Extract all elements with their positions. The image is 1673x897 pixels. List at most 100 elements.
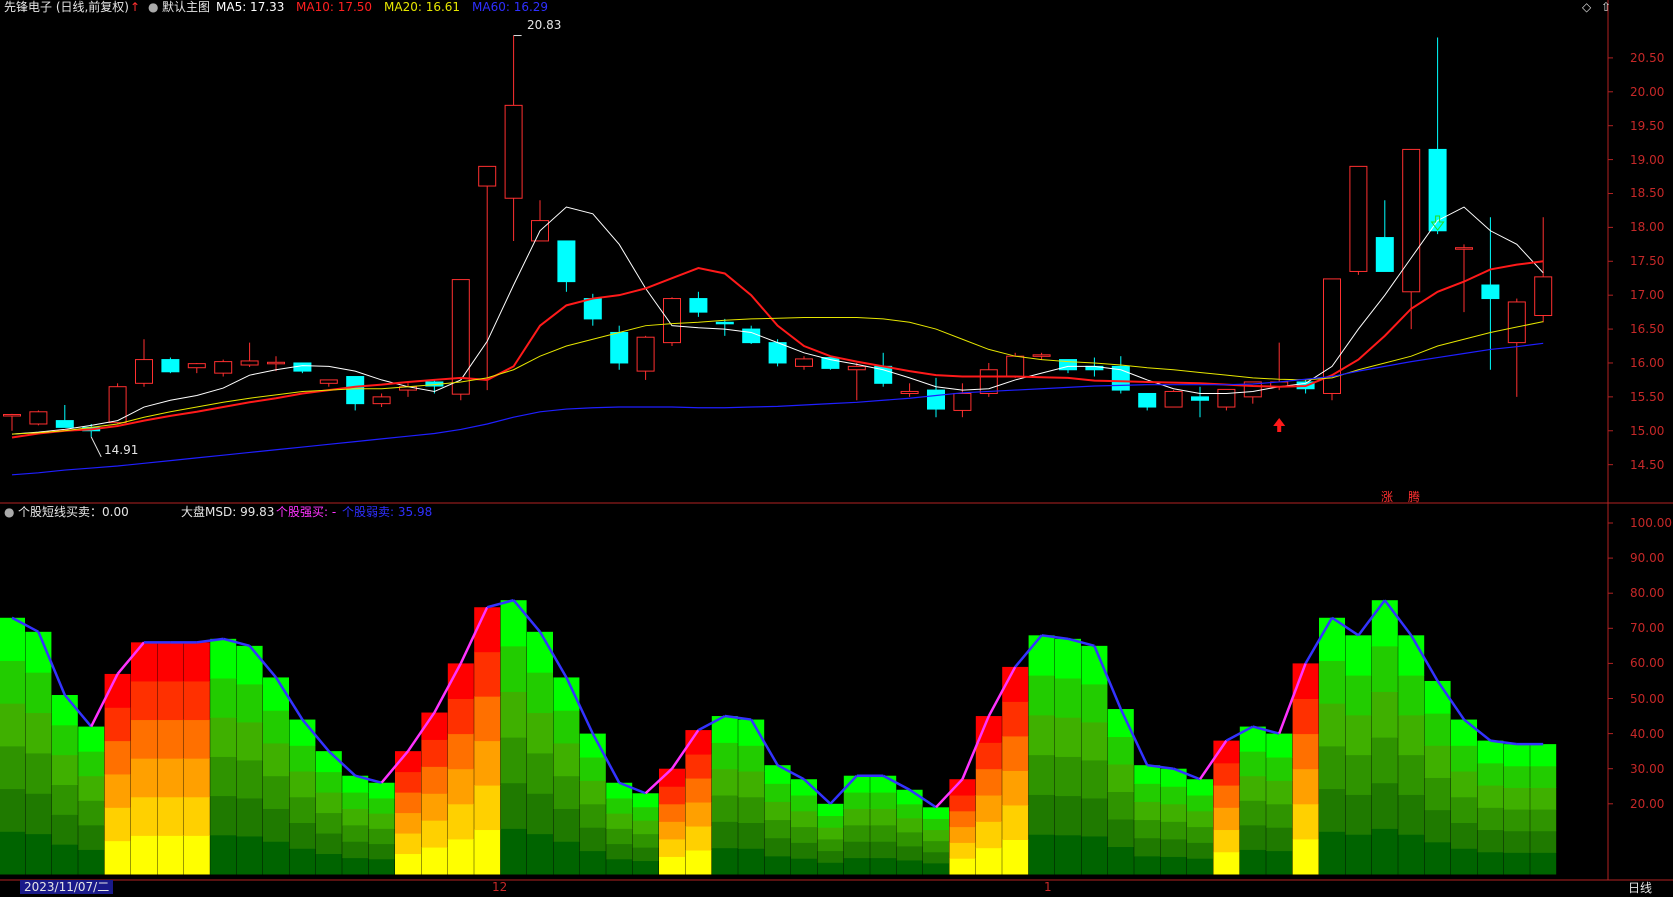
- candle-up: [3, 413, 21, 417]
- restore-arrow-icon[interactable]: ↑: [130, 0, 140, 14]
- indicator-bar-segment: [342, 857, 369, 875]
- indicator-tick-label: 30.00: [1630, 761, 1665, 776]
- cursor-date: 2023/11/07/二: [20, 880, 114, 894]
- indicator-bar-segment: [1530, 765, 1557, 788]
- indicator-bar-segment: [632, 806, 659, 821]
- indicator-bar-segment: [368, 828, 395, 845]
- indicator-bar-segment: [923, 862, 949, 875]
- indicator-bar-segment: [395, 812, 421, 834]
- indicator-bar-segment: [553, 775, 580, 809]
- month-1-label: 1: [1044, 880, 1052, 894]
- candle-up: [1032, 354, 1051, 357]
- indicator-bar-segment: [553, 710, 580, 744]
- indicator-bar-segment: [104, 740, 131, 775]
- indicator-bar-segment: [764, 783, 791, 802]
- indicator-bar-segment: [1398, 635, 1425, 676]
- indicator-bar-segment: [1319, 788, 1345, 832]
- indicator-bar-segment: [1292, 838, 1319, 875]
- indicator-bar-segment: [764, 801, 791, 821]
- indicator-bar-segment: [1319, 703, 1345, 747]
- indicator-bar-segment: [1134, 801, 1161, 821]
- indicator-dropdown-icon[interactable]: ●: [4, 505, 14, 519]
- indicator-bar-segment: [500, 691, 527, 738]
- candle-up: [636, 336, 655, 372]
- indicator-bar-segment: [236, 759, 263, 799]
- indicator-bar-segment: [764, 765, 791, 784]
- indicator-bar-segment: [659, 838, 685, 857]
- indicator-bar-segment: [1424, 745, 1451, 778]
- indicator-bar-segment: [923, 829, 949, 842]
- indicator-bar-segment: [1292, 698, 1319, 735]
- indicator-bar-segment: [738, 796, 765, 824]
- indicator-bar-segment: [157, 680, 184, 721]
- indicator-bar-segment: [896, 845, 923, 861]
- security-title[interactable]: 先锋电子 (日线,前复权): [4, 0, 129, 14]
- indicator-bar-segment: [421, 820, 448, 848]
- indicator-bar-segment: [236, 835, 263, 875]
- indicator-bar-segment: [1213, 829, 1240, 853]
- indicator-bar-segment: [870, 857, 897, 875]
- indicator-bar-segment: [817, 862, 844, 875]
- indicator-bar-segment: [579, 803, 606, 828]
- indicator-bar-segment: [51, 724, 78, 756]
- indicator-bar-segment: [738, 771, 765, 798]
- indicator-bar-segment: [395, 833, 421, 855]
- indicator-bar-segment: [1345, 754, 1372, 795]
- indicator-bar-segment: [1187, 810, 1213, 828]
- indicator-bar-segment: [289, 848, 316, 875]
- indicator-bar-segment: [1187, 858, 1213, 875]
- indicator-bar-segment: [1398, 794, 1425, 835]
- indicator-bar-segment: [315, 853, 342, 875]
- indicator-bar-segment: [1213, 785, 1240, 808]
- indicator-bar-segment: [711, 821, 738, 849]
- indicator-bar-segment: [263, 775, 289, 809]
- template-dropdown-icon[interactable]: ●: [148, 0, 158, 14]
- indicator-bar-segment: [368, 813, 395, 829]
- indicator-bar-segment: [923, 840, 949, 853]
- indicator-bar-segment: [817, 838, 844, 852]
- indicator-bar-segment: [527, 752, 553, 794]
- indicator-bar-segment: [1028, 675, 1055, 716]
- indicator-bar-segment: [632, 847, 659, 862]
- indicator-bar-segment: [632, 820, 659, 835]
- candle-up: [1507, 301, 1526, 344]
- indicator-bar-segment: [579, 780, 606, 805]
- indicator-name[interactable]: 个股短线买卖：0.00: [18, 505, 129, 519]
- indicator-bar-segment: [843, 824, 870, 842]
- indicator-bar-segment: [474, 651, 501, 697]
- teng-marker: 腾: [1408, 490, 1421, 504]
- period-button[interactable]: 日线: [1628, 881, 1652, 895]
- indicator-bar-segment: [527, 833, 553, 875]
- indicator-bar-segment: [474, 829, 501, 875]
- candle-up: [847, 365, 866, 371]
- indicator-bar-segment: [975, 847, 1002, 875]
- indicator-bar-segment: [131, 719, 157, 759]
- template-label[interactable]: 默认主图: [162, 0, 210, 14]
- candle-down: [1191, 396, 1209, 401]
- candlestick-chart[interactable]: [0, 0, 1673, 897]
- indicator-bar-segment: [157, 719, 184, 759]
- indicator-bar-segment: [342, 841, 369, 859]
- indicator-bar-segment: [78, 800, 105, 826]
- indicator-bar-segment: [183, 680, 210, 721]
- candle-down: [610, 331, 629, 364]
- candle-up: [240, 360, 259, 366]
- indicator-bar-segment: [1266, 803, 1293, 828]
- maximize-icon[interactable]: ⇧: [1601, 0, 1611, 14]
- indicator-bar-segment: [553, 841, 580, 875]
- indicator-bar-segment: [817, 803, 844, 816]
- indicator-tick-label: 100.00: [1630, 516, 1672, 530]
- indicator-bar-segment: [1107, 736, 1134, 765]
- indicator-bar-segment: [896, 831, 923, 847]
- indicator-bar-segment: [1187, 826, 1213, 843]
- indicator-bar-segment: [1451, 822, 1477, 849]
- indicator-bar-segment: [25, 752, 52, 794]
- indicator-bar-segment: [236, 645, 263, 685]
- indicator-bar-segment: [500, 782, 527, 829]
- indicator-bar-segment: [1345, 794, 1372, 835]
- indicator-bar-segment: [1002, 701, 1029, 737]
- diamond-toggle-icon[interactable]: ◇: [1582, 0, 1591, 14]
- indicator-bar-segment: [1239, 775, 1266, 801]
- indicator-bar-segment: [632, 793, 659, 808]
- price-tick-label: 17.50: [1630, 254, 1665, 269]
